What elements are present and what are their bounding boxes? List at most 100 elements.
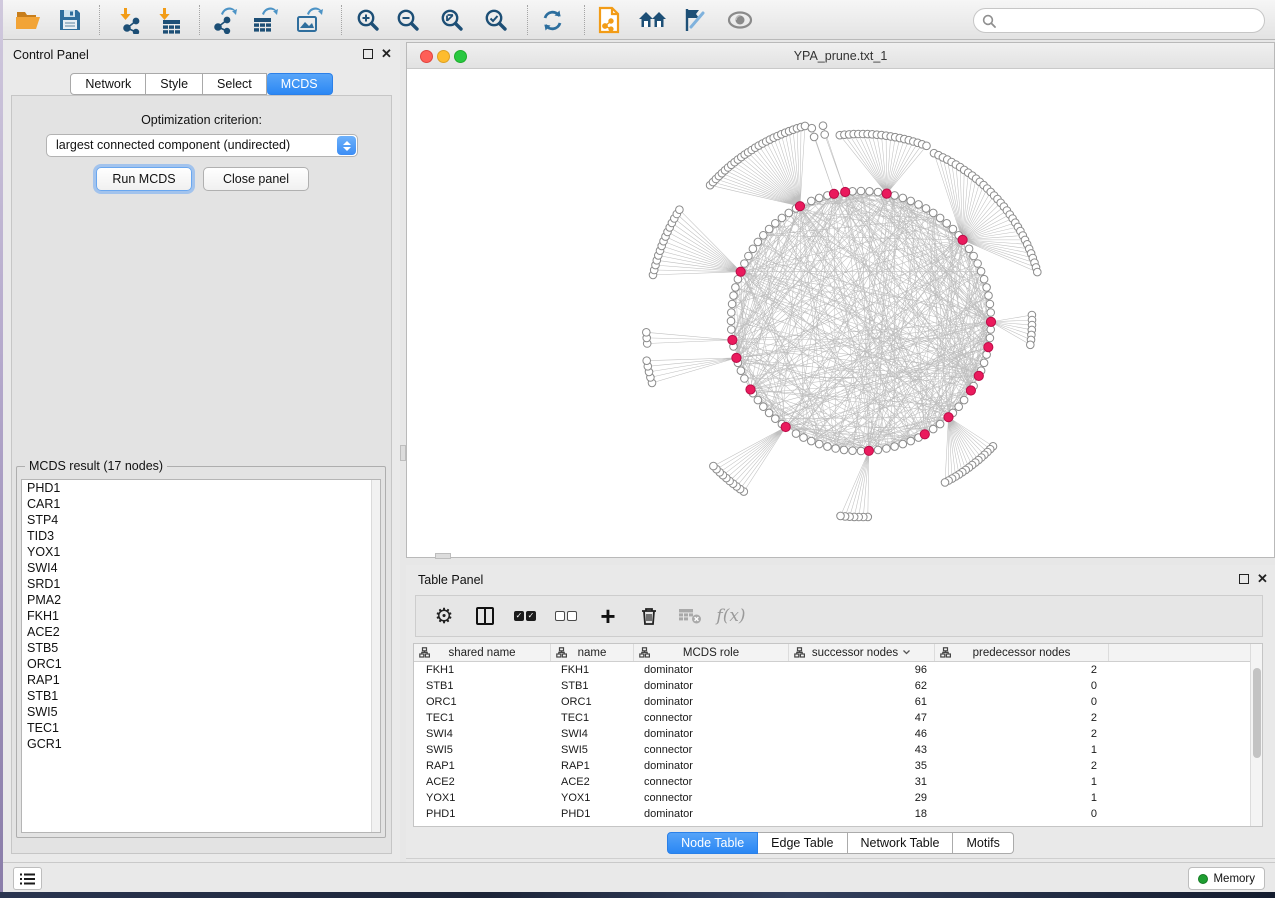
export-image-icon[interactable] (291, 2, 327, 38)
network-node[interactable] (815, 440, 823, 448)
table-row[interactable]: ORC1ORC1dominator610 (414, 694, 1262, 710)
mcds-result-item[interactable]: FKH1 (22, 608, 380, 624)
task-history-button[interactable] (13, 867, 42, 890)
network-hub-node[interactable] (966, 386, 975, 395)
network-node[interactable] (955, 403, 963, 411)
network-node[interactable] (819, 122, 827, 130)
mcds-result-item[interactable]: PHD1 (22, 480, 380, 496)
network-node[interactable] (710, 462, 718, 470)
refresh-icon[interactable] (534, 2, 570, 38)
float-panel-icon[interactable] (363, 49, 373, 59)
network-node[interactable] (772, 415, 780, 423)
tab-style[interactable]: Style (146, 73, 203, 95)
network-node[interactable] (765, 409, 773, 417)
mcds-result-item[interactable]: SWI4 (22, 560, 380, 576)
network-node[interactable] (941, 479, 949, 487)
column-header-successor-nodes[interactable]: successor nodes (789, 644, 935, 661)
zoom-fit-icon[interactable] (434, 2, 470, 38)
network-node[interactable] (765, 225, 773, 233)
mcds-result-item[interactable]: ACE2 (22, 624, 380, 640)
network-node[interactable] (883, 445, 891, 453)
mcds-result-item[interactable]: SWI5 (22, 704, 380, 720)
network-hub-node[interactable] (864, 446, 873, 455)
tab-network-table[interactable]: Network Table (848, 832, 954, 854)
memory-button[interactable]: Memory (1188, 867, 1265, 890)
network-node[interactable] (727, 317, 735, 325)
scrollbar-thumb[interactable] (1253, 668, 1261, 758)
network-node[interactable] (985, 292, 993, 300)
network-node[interactable] (810, 133, 818, 141)
network-node[interactable] (960, 396, 968, 404)
zoom-out-icon[interactable] (390, 2, 426, 38)
splitpane-grip-horizontal[interactable] (435, 553, 451, 559)
table-row[interactable]: SWI5SWI5connector431 (414, 742, 1262, 758)
network-node[interactable] (866, 188, 874, 196)
network-node[interactable] (857, 447, 865, 455)
tab-network[interactable]: Network (70, 73, 146, 95)
network-hub-node[interactable] (728, 335, 737, 344)
network-hub-node[interactable] (829, 189, 838, 198)
mcds-result-item[interactable]: STP4 (22, 512, 380, 528)
document-network-icon[interactable] (591, 2, 627, 38)
mcds-result-item[interactable]: STB5 (22, 640, 380, 656)
import-table-icon[interactable] (151, 2, 187, 38)
table-row[interactable]: PHD1PHD1dominator180 (414, 806, 1262, 822)
network-node[interactable] (832, 445, 840, 453)
network-node[interactable] (857, 187, 865, 195)
table-row[interactable]: STB1STB1dominator620 (414, 678, 1262, 694)
network-hub-node[interactable] (882, 189, 891, 198)
network-node[interactable] (899, 440, 907, 448)
network-node[interactable] (1034, 268, 1042, 276)
network-node[interactable] (732, 284, 740, 292)
network-node[interactable] (1027, 341, 1035, 349)
network-hub-node[interactable] (984, 343, 993, 352)
table-row[interactable]: SWI4SWI4dominator462 (414, 726, 1262, 742)
deselect-all-icon[interactable] (553, 602, 581, 630)
flag-slash-icon[interactable] (676, 2, 712, 38)
network-node[interactable] (891, 192, 899, 200)
export-network-icon[interactable] (207, 2, 243, 38)
network-node[interactable] (849, 447, 857, 455)
network-node[interactable] (745, 252, 753, 260)
network-node[interactable] (840, 446, 848, 454)
column-header-MCDS-role[interactable]: MCDS role (634, 644, 789, 661)
network-node[interactable] (728, 309, 736, 317)
table-scrollbar[interactable] (1250, 644, 1262, 826)
table-row[interactable]: FKH1FKH1dominator962 (414, 662, 1262, 678)
network-hub-node[interactable] (746, 385, 755, 394)
network-node[interactable] (923, 142, 931, 150)
network-node[interactable] (980, 275, 988, 283)
mcds-result-item[interactable]: GCR1 (22, 736, 380, 752)
run-mcds-button[interactable]: Run MCDS (96, 167, 192, 191)
network-node[interactable] (808, 197, 816, 205)
network-node[interactable] (815, 194, 823, 202)
double-home-icon[interactable] (634, 2, 670, 38)
float-panel-icon[interactable] (1239, 574, 1249, 584)
show-columns-icon[interactable] (471, 602, 499, 630)
network-node[interactable] (949, 225, 957, 233)
close-panel-icon[interactable]: ✕ (1257, 571, 1268, 587)
network-node[interactable] (741, 375, 749, 383)
column-header-predecessor-nodes[interactable]: predecessor nodes (935, 644, 1109, 661)
network-node[interactable] (907, 197, 915, 205)
network-node[interactable] (837, 512, 845, 520)
network-node[interactable] (772, 220, 780, 228)
mcds-result-item[interactable]: RAP1 (22, 672, 380, 688)
criterion-select[interactable]: largest connected component (undirected) (46, 134, 358, 157)
network-node[interactable] (899, 194, 907, 202)
network-node[interactable] (824, 443, 832, 451)
table-settings-gear-icon[interactable]: ⚙ (430, 602, 458, 630)
open-file-icon[interactable] (10, 2, 46, 38)
network-node[interactable] (929, 425, 937, 433)
network-node[interactable] (965, 245, 973, 253)
search-input[interactable] (1001, 14, 1256, 28)
network-node[interactable] (977, 268, 985, 276)
export-table-icon[interactable] (247, 2, 283, 38)
import-network-icon[interactable] (112, 2, 148, 38)
network-node[interactable] (987, 309, 995, 317)
network-node[interactable] (986, 300, 994, 308)
column-header-name[interactable]: name (551, 644, 634, 661)
mcds-result-item[interactable]: STB1 (22, 688, 380, 704)
tab-motifs[interactable]: Motifs (953, 832, 1013, 854)
network-hub-node[interactable] (944, 413, 953, 422)
